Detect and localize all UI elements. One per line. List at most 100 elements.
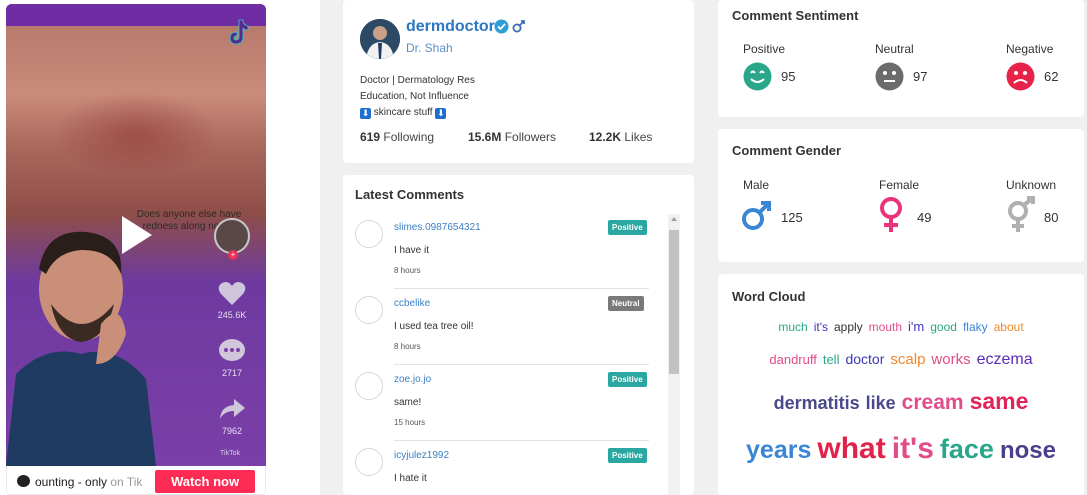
word-cloud-word: face [939, 434, 994, 464]
neutral-count: 97 [913, 69, 928, 84]
bio-line: ⬇ skincare stuff ⬇ [360, 107, 447, 119]
word-cloud-word: same [969, 388, 1029, 414]
profile-display-name: Dr. Shah [406, 41, 453, 55]
comment-time: 8 hours [394, 266, 421, 275]
share-action[interactable]: 7962 [214, 396, 250, 436]
comment-action[interactable]: 2717 [214, 338, 250, 378]
word-cloud-word: about [993, 320, 1024, 334]
word-cloud-word: doctor [845, 351, 885, 367]
word-cloud-word: years [746, 436, 812, 464]
comment-divider [394, 440, 649, 441]
comments-scrollbar[interactable] [668, 214, 680, 495]
male-gender-icon [512, 20, 525, 33]
heart-icon [218, 282, 246, 305]
video-person-image [6, 231, 156, 466]
positive-count: 95 [781, 69, 796, 84]
commenter-avatar[interactable] [355, 220, 383, 248]
profile-bio: Doctor | Dermatology Res Education, Not … [360, 73, 475, 121]
word-cloud-row: much it's apply mouth i'm good flaky about [718, 318, 1084, 336]
comment-divider [394, 288, 649, 289]
female-symbol-icon [880, 197, 902, 232]
word-cloud-word: nose [999, 437, 1056, 464]
latest-comments-card: Latest Comments slimes.0987654321 Positi… [343, 175, 694, 495]
commenter-avatar[interactable] [355, 372, 383, 400]
likes-stat: 12.2K Likes [589, 130, 653, 144]
commenter-username[interactable]: zoe.jo.jo [394, 374, 431, 385]
word-cloud-word: scalp [890, 351, 926, 368]
word-cloud-word: it's [891, 432, 934, 465]
comment-time: 8 hours [394, 342, 421, 351]
word-cloud-word: dermatitis [773, 393, 860, 413]
word-cloud-title: Word Cloud [732, 289, 806, 304]
sentiment-badge: Positive [608, 448, 647, 463]
word-cloud-word: i'm [908, 319, 925, 334]
unknown-count: 80 [1044, 210, 1059, 225]
comment-text: I used tea tree oil! [394, 321, 474, 332]
neutral-label: Neutral [875, 42, 914, 56]
comment-time: 15 hours [394, 418, 426, 427]
comment-text: I have it [394, 245, 430, 256]
comment-text: I hate it [394, 473, 427, 484]
profile-username[interactable]: dermdoctor [406, 18, 495, 36]
word-cloud-card: Word Cloud much it's apply mouth i'm good flak… [718, 274, 1084, 495]
word-cloud-word: it's [813, 320, 828, 334]
commenter-username[interactable]: icyjulez1992 [394, 450, 449, 461]
sentiment-badge: Positive [608, 372, 647, 387]
word-cloud-word: eczema [976, 351, 1033, 368]
smiling-face-icon [743, 62, 772, 91]
commenter-username[interactable]: slimes.0987654321 [394, 222, 481, 233]
bio-line: Education, Not Influence [360, 91, 469, 102]
sentiment-title: Comment Sentiment [732, 8, 859, 23]
sentiment-badge: Neutral [608, 296, 644, 311]
video-embed[interactable]: Does anyone else have redness along nose… [6, 4, 266, 495]
down-arrow-emoji-icon: ⬇ [435, 108, 447, 119]
comment-sentiment-card: Comment Sentiment Positive 95 Neutral 97… [718, 0, 1084, 117]
share-arrow-icon [220, 399, 245, 419]
gender-title: Comment Gender [732, 143, 842, 158]
commenter-avatar[interactable] [355, 296, 383, 324]
comment-text: same! [394, 397, 422, 408]
comment-gender-card: Comment Gender Male 125 Female 49 Unknow… [718, 129, 1084, 262]
share-count: 7962 [221, 426, 243, 436]
female-count: 49 [917, 210, 932, 225]
video-footer: ounting - only on Tik Watch now [6, 466, 266, 495]
male-label: Male [743, 178, 770, 192]
profile-card: dermdoctor Dr. Shah Doctor | Dermatology… [343, 0, 694, 163]
scroll-up-arrow-icon[interactable] [671, 217, 677, 221]
neutral-face-icon [875, 62, 904, 91]
like-action[interactable]: 245.6K [214, 280, 250, 320]
male-symbol-icon [742, 201, 771, 230]
tiktok-logo-icon [229, 19, 249, 45]
word-cloud-word: apply [833, 320, 863, 334]
male-count: 125 [781, 210, 803, 225]
word-cloud-row: dandruff tell doctor scalp works eczema [718, 351, 1084, 369]
female-label: Female [879, 178, 920, 192]
scrollbar-thumb[interactable] [669, 230, 679, 374]
verified-badge-icon [494, 19, 509, 34]
word-cloud-word: tell [822, 352, 840, 367]
word-cloud-row: years what it's face nose [718, 432, 1084, 466]
profile-avatar[interactable] [360, 19, 400, 59]
sentiment-badge: Positive [608, 220, 647, 235]
comment-divider [394, 364, 649, 365]
tiktok-watermark: TikTok [220, 450, 240, 457]
commenter-username[interactable]: ccbelike [394, 298, 430, 309]
comment-count: 2717 [221, 368, 243, 378]
latest-comments-title: Latest Comments [355, 187, 465, 202]
frowning-face-icon [1006, 62, 1035, 91]
word-cloud-word: what [817, 432, 886, 465]
word-cloud-word: mouth [868, 320, 903, 334]
word-cloud-word: like [865, 393, 896, 413]
watch-now-button[interactable]: Watch now [155, 470, 255, 493]
word-cloud-word: dandruff [769, 352, 817, 367]
like-count: 245.6K [217, 310, 247, 320]
word-cloud-row: dermatitis like cream same [718, 388, 1084, 415]
follow-plus-icon[interactable]: + [228, 250, 238, 260]
word-cloud-word: cream [901, 391, 964, 414]
creator-avatar[interactable]: + [214, 218, 250, 260]
followers-stat: 15.6M Followers [468, 130, 557, 144]
play-icon[interactable] [122, 216, 152, 254]
unknown-label: Unknown [1006, 178, 1057, 192]
word-cloud-word: flaky [962, 320, 988, 334]
commenter-avatar[interactable] [355, 448, 383, 476]
